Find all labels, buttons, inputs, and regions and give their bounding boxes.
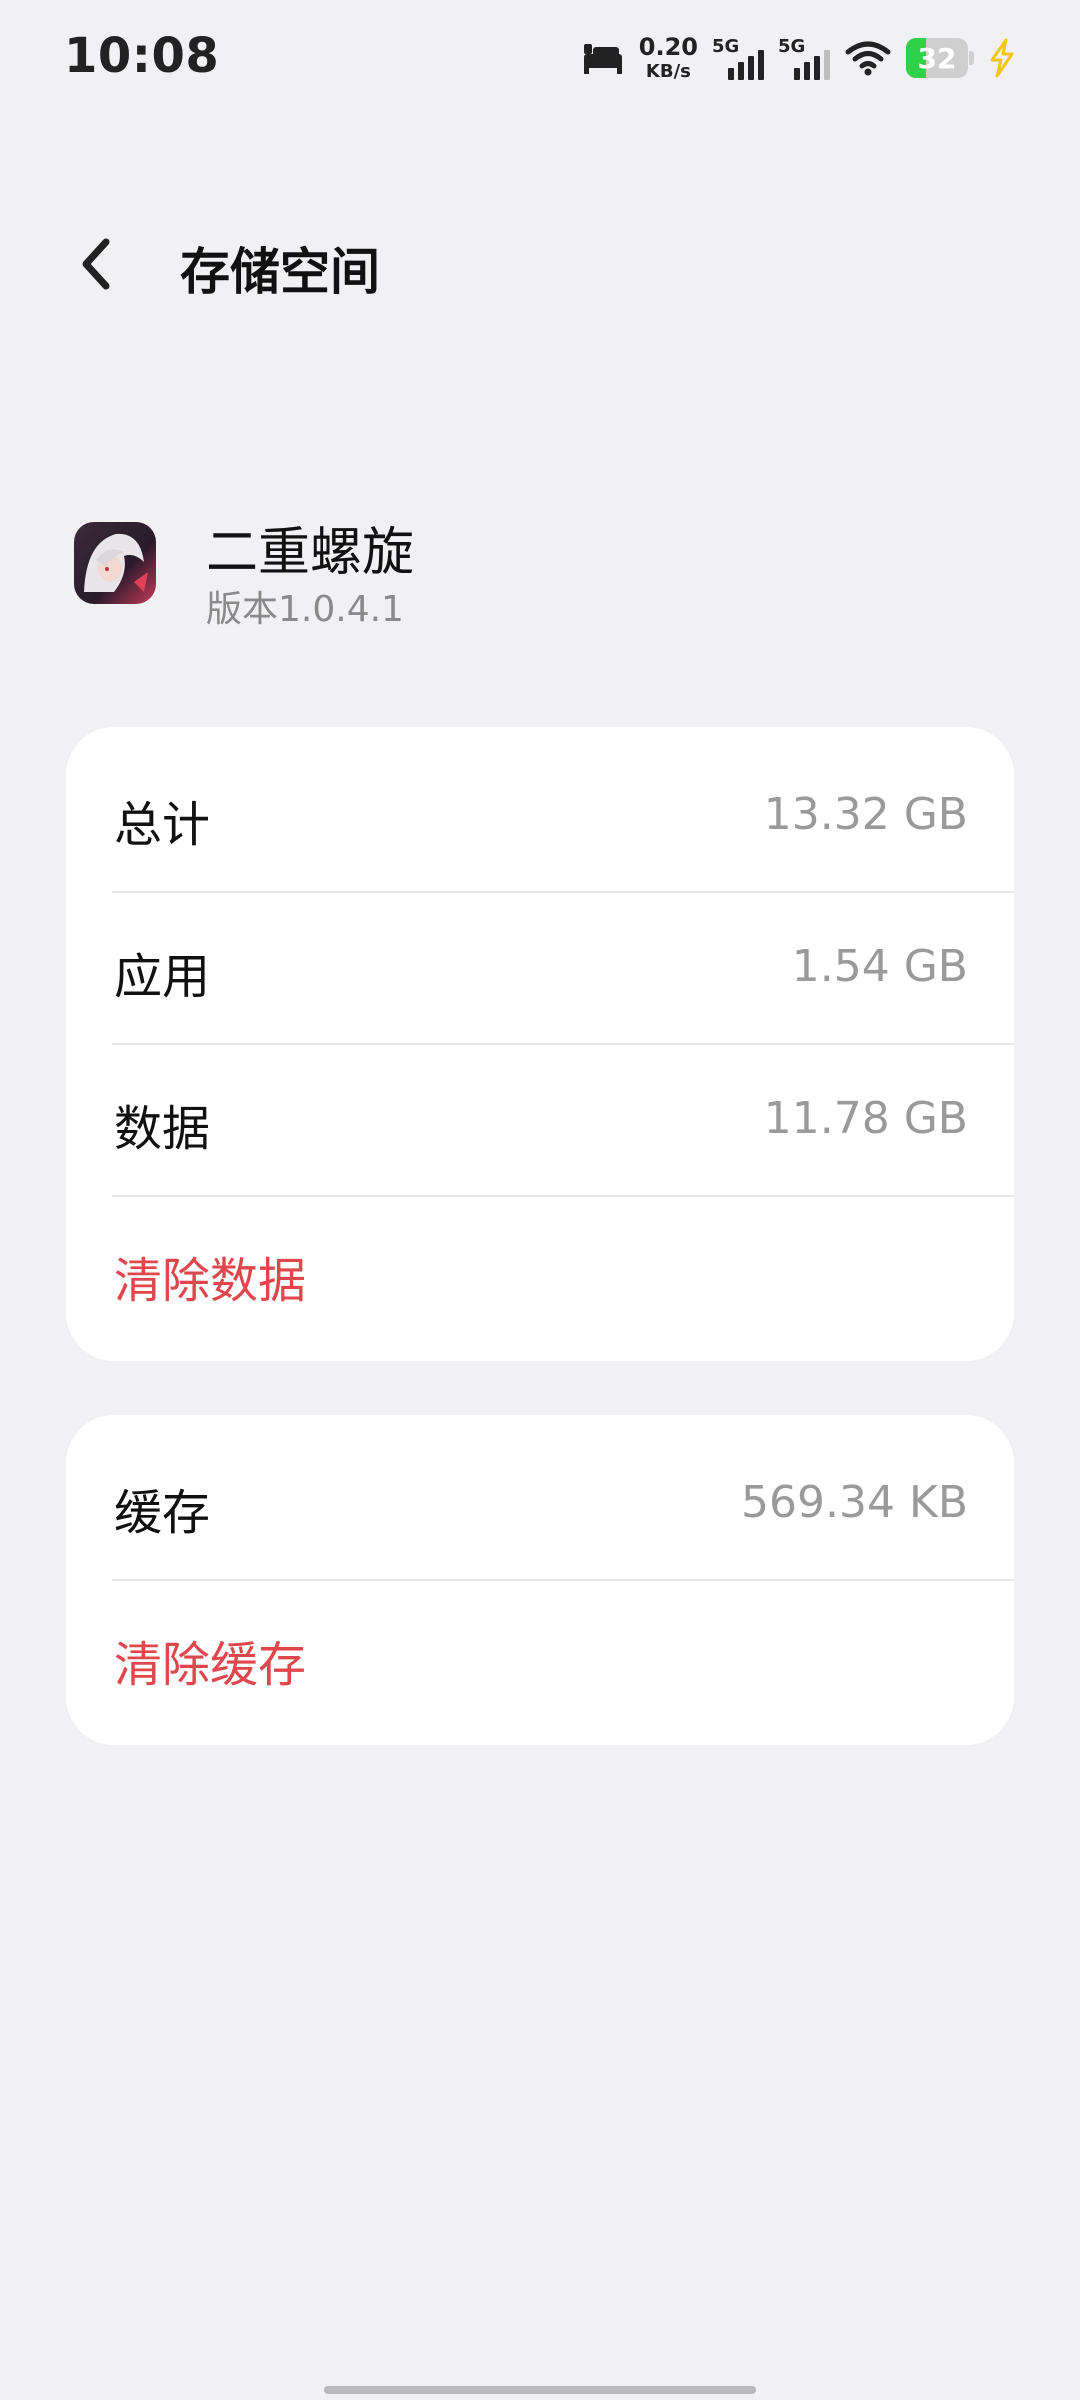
sleep-bed-icon [581,38,625,78]
network-speed: 0.20 KB/s [639,35,698,81]
clear-data-label: 清除数据 [114,1253,307,1309]
battery-icon: 32 [906,38,974,78]
storage-row-total: 总计 13.32 GB [66,741,1014,893]
clear-cache-button[interactable]: 清除缓存 [66,1581,1014,1733]
storage-row-value: 13.32 GB [763,789,968,840]
back-button[interactable] [60,228,132,300]
clear-data-button[interactable]: 清除数据 [66,1197,1014,1349]
status-time: 10:08 [64,28,220,84]
storage-row-app: 应用 1.54 GB [66,893,1014,1045]
sim2-signal-icon: 5G [778,32,830,84]
wifi-icon [844,38,892,78]
status-bar: 10:08 0.20 KB/s 5G 5G 32 [0,0,1080,120]
chevron-left-icon [82,238,110,290]
storage-row-label: 总计 [114,797,211,853]
storage-row-data: 数据 11.78 GB [66,1045,1014,1197]
battery-level: 32 [917,41,957,75]
cache-card: 缓存 569.34 KB 清除缓存 [66,1415,1014,1745]
storage-row-label: 应用 [114,949,211,1005]
storage-row-value: 1.54 GB [791,941,968,992]
app-version: 版本1.0.4.1 [206,589,404,630]
charging-bolt-icon [988,38,1016,78]
storage-card: 总计 13.32 GB 应用 1.54 GB 数据 11.78 GB 清除数据 [66,727,1014,1361]
status-icons: 0.20 KB/s 5G 5G 32 [581,30,1016,86]
cache-row-label: 缓存 [114,1485,211,1541]
network-speed-unit: KB/s [645,61,691,82]
clear-cache-label: 清除缓存 [114,1637,307,1693]
network-speed-value: 0.20 [638,33,698,61]
app-icon [74,522,156,604]
home-indicator[interactable] [324,2386,756,2394]
cache-row: 缓存 569.34 KB [66,1429,1014,1581]
page-header: 存储空间 [0,200,1080,330]
storage-row-label: 数据 [114,1101,211,1157]
sim1-signal-icon: 5G [712,32,764,84]
cache-row-value: 569.34 KB [741,1477,968,1528]
storage-row-value: 11.78 GB [763,1093,968,1144]
app-name: 二重螺旋 [206,523,415,583]
app-info: 二重螺旋 版本1.0.4.1 [0,500,1080,650]
page-title: 存储空间 [180,243,380,301]
